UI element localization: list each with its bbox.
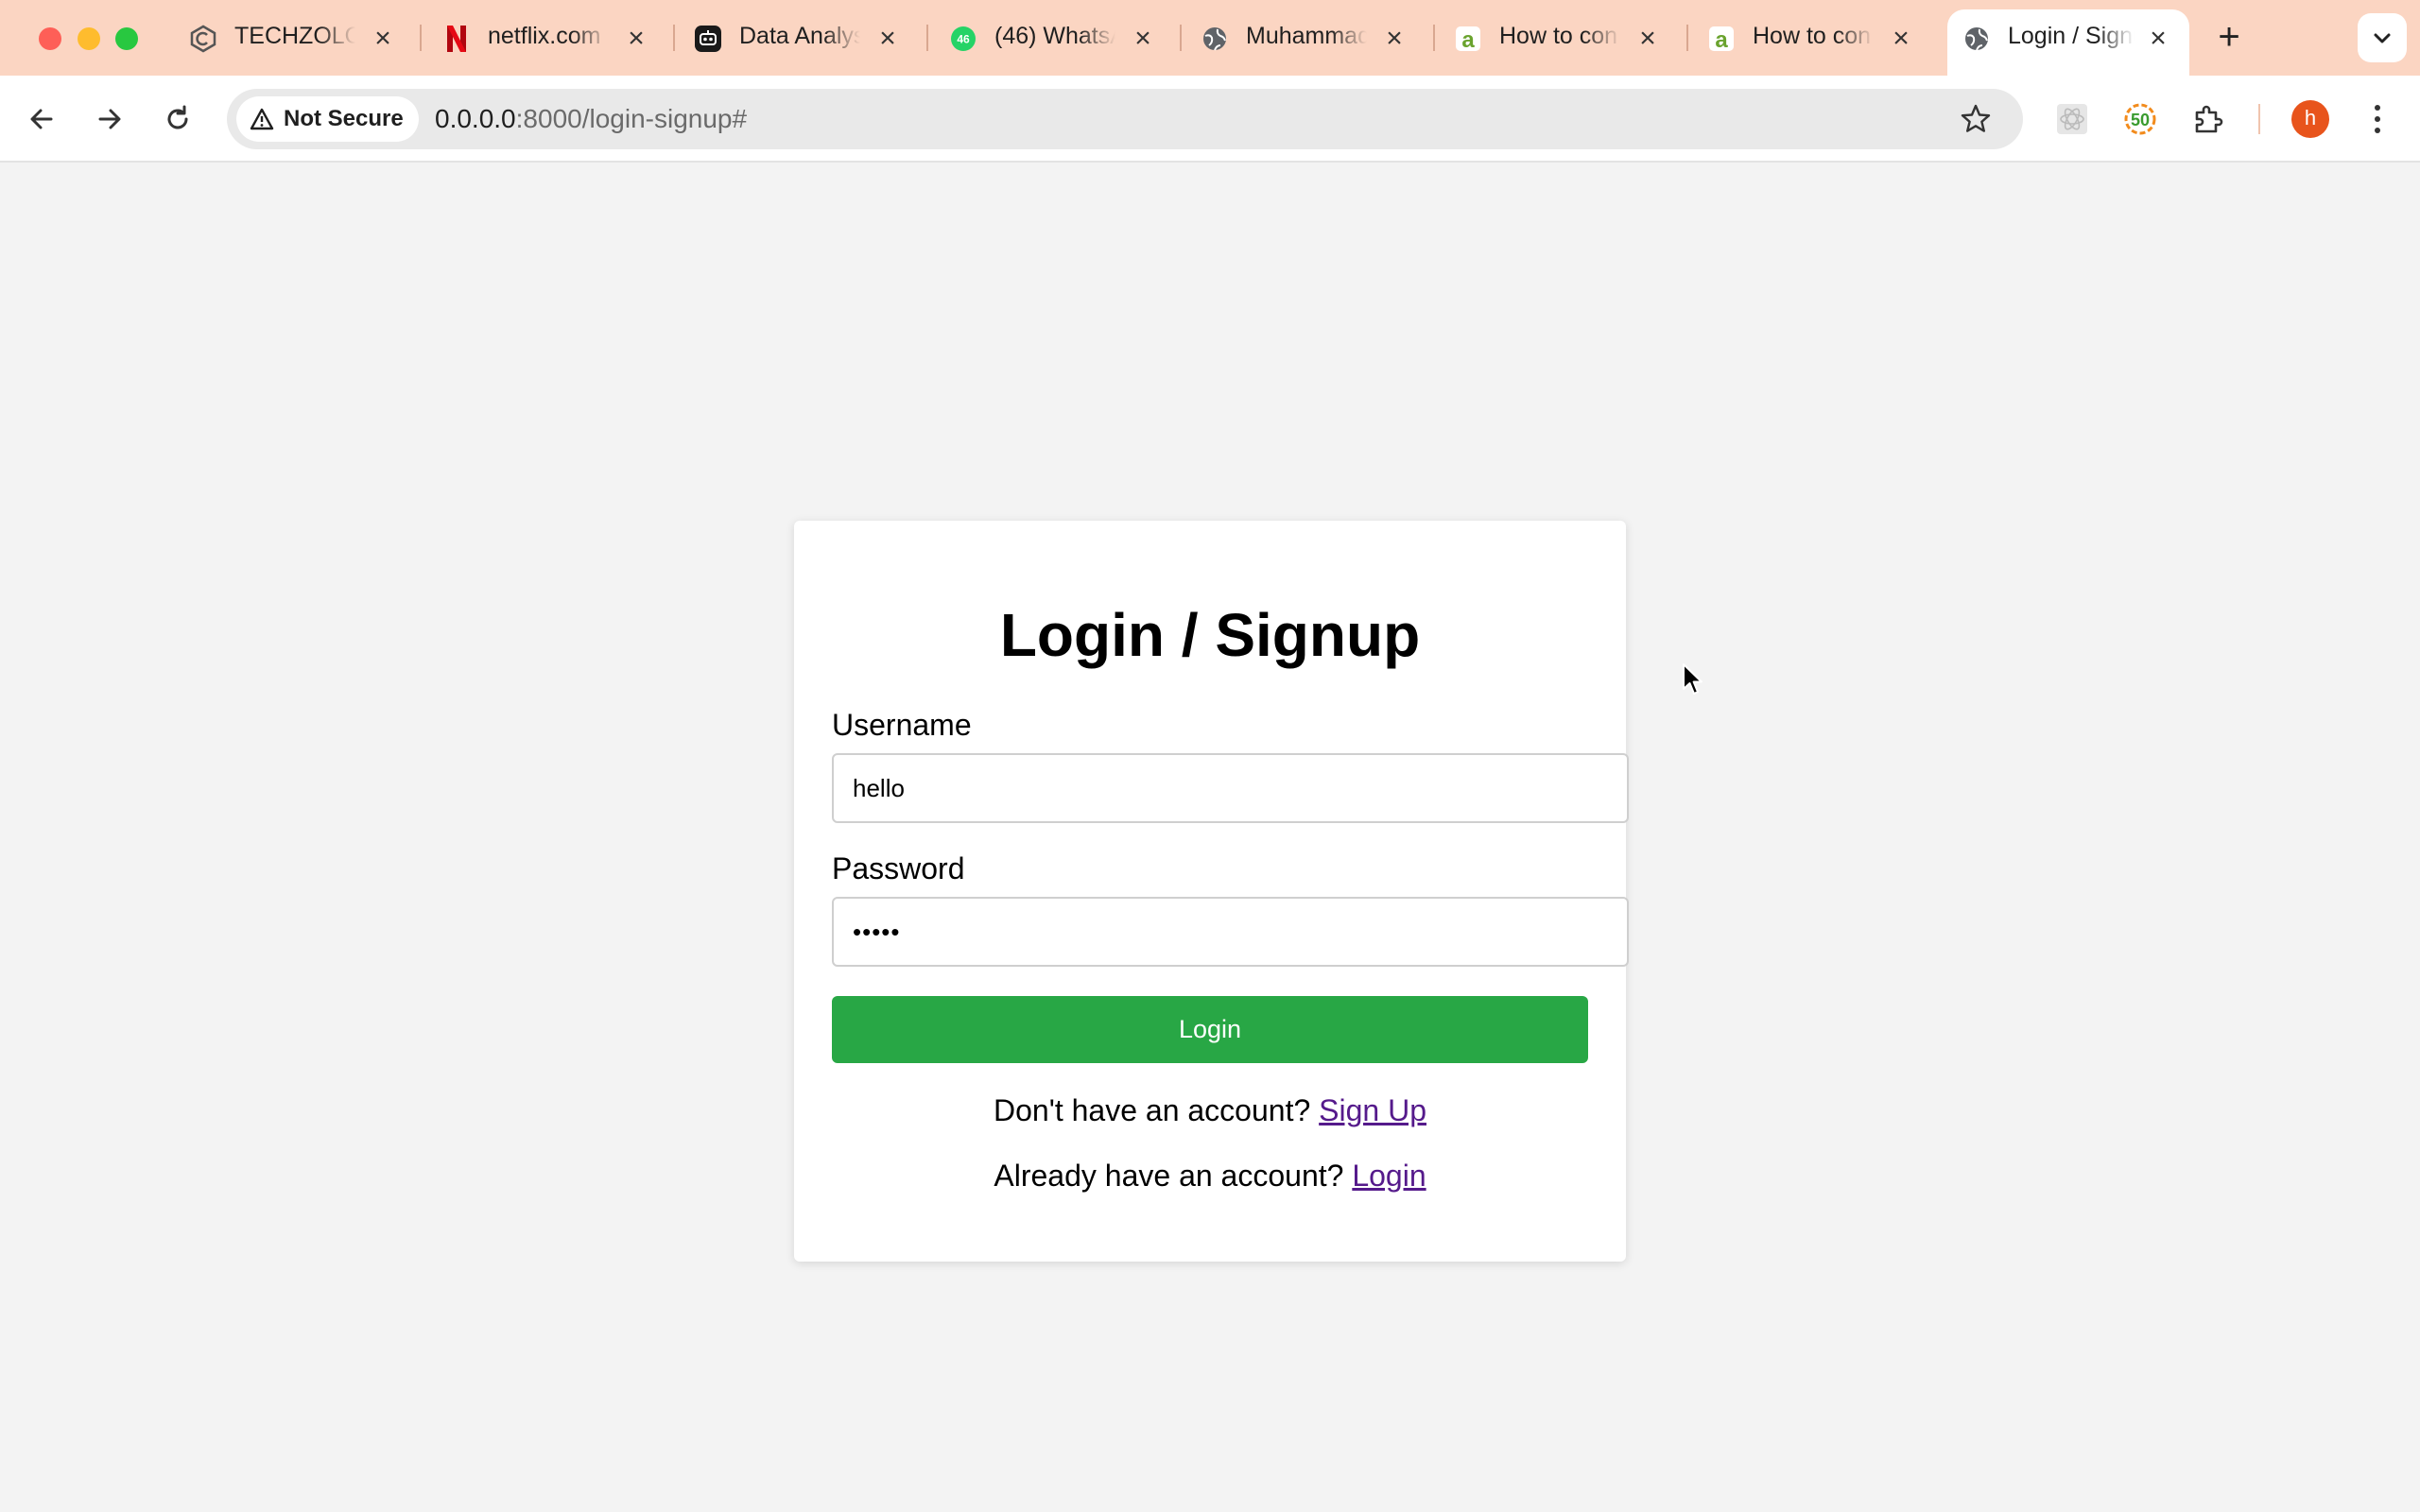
tab-title: TECHZOLO [234, 23, 355, 49]
tab-how-to-1[interactable]: a How to con × [1454, 11, 1669, 76]
new-tab-button[interactable]: + [2212, 18, 2246, 56]
reload-button[interactable] [159, 100, 197, 138]
svg-text:46: 46 [957, 33, 970, 46]
profile-avatar[interactable]: h [2291, 100, 2329, 138]
kebab-dot [2375, 128, 2380, 133]
tab-title: Data Analyst [739, 23, 860, 49]
tab-techzolo[interactable]: TECHZOLO × [189, 11, 405, 76]
svg-text:a: a [1715, 27, 1728, 53]
minimize-window-button[interactable] [78, 27, 100, 50]
tab-separator [1180, 25, 1182, 51]
tab-separator [1686, 25, 1688, 51]
globe-icon [1962, 25, 1991, 53]
kebab-dot [2375, 105, 2380, 111]
globe-icon [1201, 25, 1229, 53]
extension-button[interactable]: 50 [2119, 98, 2161, 140]
netflix-n-icon [442, 25, 471, 53]
bookmark-star-icon[interactable] [1959, 102, 1993, 136]
browser-toolbar: Not Secure 0.0.0.0:8000/login-signup# 50… [0, 76, 2420, 163]
extensions-menu-button[interactable] [2187, 98, 2229, 140]
tab-whatsapp[interactable]: 46 (46) WhatsApp × [949, 11, 1165, 76]
tab-netflix[interactable]: netflix.com × [442, 11, 658, 76]
svg-text:a: a [1461, 27, 1475, 53]
close-icon[interactable]: × [1887, 25, 1915, 53]
colorful-extension-icon: 50 [2124, 103, 2156, 135]
browser-menu-button[interactable] [2363, 98, 2392, 140]
mouse-cursor-icon [1683, 663, 1703, 695]
close-icon[interactable]: × [1634, 25, 1662, 53]
tab-title: How to con [1499, 23, 1618, 49]
login-prompt-text: Already have an account? [994, 1159, 1344, 1193]
security-chip[interactable]: Not Secure [236, 96, 419, 142]
a-letter-icon: a [1454, 25, 1482, 53]
svg-text:50: 50 [2131, 111, 2150, 129]
tab-separator [1433, 25, 1435, 51]
robot-icon [694, 25, 722, 53]
signup-link[interactable]: Sign Up [1319, 1093, 1426, 1127]
tab-separator [673, 25, 675, 51]
forward-arrow-icon [98, 109, 121, 129]
password-input[interactable]: ••••• [832, 897, 1629, 967]
close-icon[interactable]: × [2144, 25, 2172, 53]
tab-how-to-2[interactable]: a How to con × [1707, 11, 1923, 76]
chevron-down-icon [2374, 33, 2391, 43]
react-extension-icon [2057, 104, 2087, 134]
username-label: Username [832, 708, 972, 742]
toolbar-divider [2258, 104, 2260, 134]
signup-prompt-line: Don't have an account? Sign Up [794, 1093, 1626, 1128]
reload-icon [167, 105, 188, 129]
forward-button[interactable] [91, 100, 129, 138]
close-icon[interactable]: × [1380, 25, 1409, 53]
login-card: Login / Signup Username hello Password •… [794, 521, 1629, 1262]
a-letter-icon: a [1707, 25, 1736, 53]
password-label: Password [832, 851, 965, 885]
close-icon[interactable]: × [369, 25, 397, 53]
url-path: :8000/login-signup# [515, 104, 748, 133]
tab-title: Muhammad [1246, 23, 1367, 49]
extension-button[interactable] [2051, 98, 2093, 140]
close-icon[interactable]: × [1129, 25, 1157, 53]
maximize-window-button[interactable] [115, 27, 138, 50]
tab-strip: TECHZOLO × netflix.com × Data Analyst × … [0, 0, 2420, 76]
address-bar[interactable]: Not Secure 0.0.0.0:8000/login-signup# [227, 89, 2023, 149]
url-text[interactable]: 0.0.0.0:8000/login-signup# [435, 104, 747, 134]
techzolo-c-icon [189, 25, 217, 53]
puzzle-piece-icon [2195, 105, 2223, 133]
tab-search-button[interactable] [2358, 13, 2407, 62]
tab-login-signup[interactable]: Login / Signup × [1947, 9, 2189, 76]
tab-data-analyst[interactable]: Data Analyst × [694, 11, 909, 76]
login-prompt-line: Already have an account? Login [794, 1159, 1626, 1194]
close-icon[interactable]: × [873, 25, 902, 53]
tab-title: Login / Signup [2008, 23, 2135, 49]
close-window-button[interactable] [39, 27, 61, 50]
back-arrow-icon [30, 109, 53, 129]
warning-triangle-icon [250, 108, 274, 130]
whatsapp-icon: 46 [949, 25, 977, 53]
login-link[interactable]: Login [1352, 1159, 1426, 1193]
tab-separator [926, 25, 928, 51]
tab-separator [420, 25, 422, 51]
tab-title: How to con [1753, 23, 1872, 49]
close-icon[interactable]: × [622, 25, 650, 53]
username-input[interactable]: hello [832, 753, 1629, 823]
tab-muhammad[interactable]: Muhammad × [1201, 11, 1416, 76]
signup-prompt-text: Don't have an account? [994, 1093, 1311, 1127]
tab-title: netflix.com [488, 23, 601, 49]
security-label: Not Secure [284, 106, 404, 131]
back-button[interactable] [23, 100, 60, 138]
url-host: 0.0.0.0 [435, 104, 516, 133]
kebab-dot [2375, 116, 2380, 122]
tab-title: (46) WhatsApp [994, 23, 1115, 49]
page-title: Login / Signup [999, 601, 1421, 669]
login-button[interactable]: Login [832, 996, 1588, 1063]
